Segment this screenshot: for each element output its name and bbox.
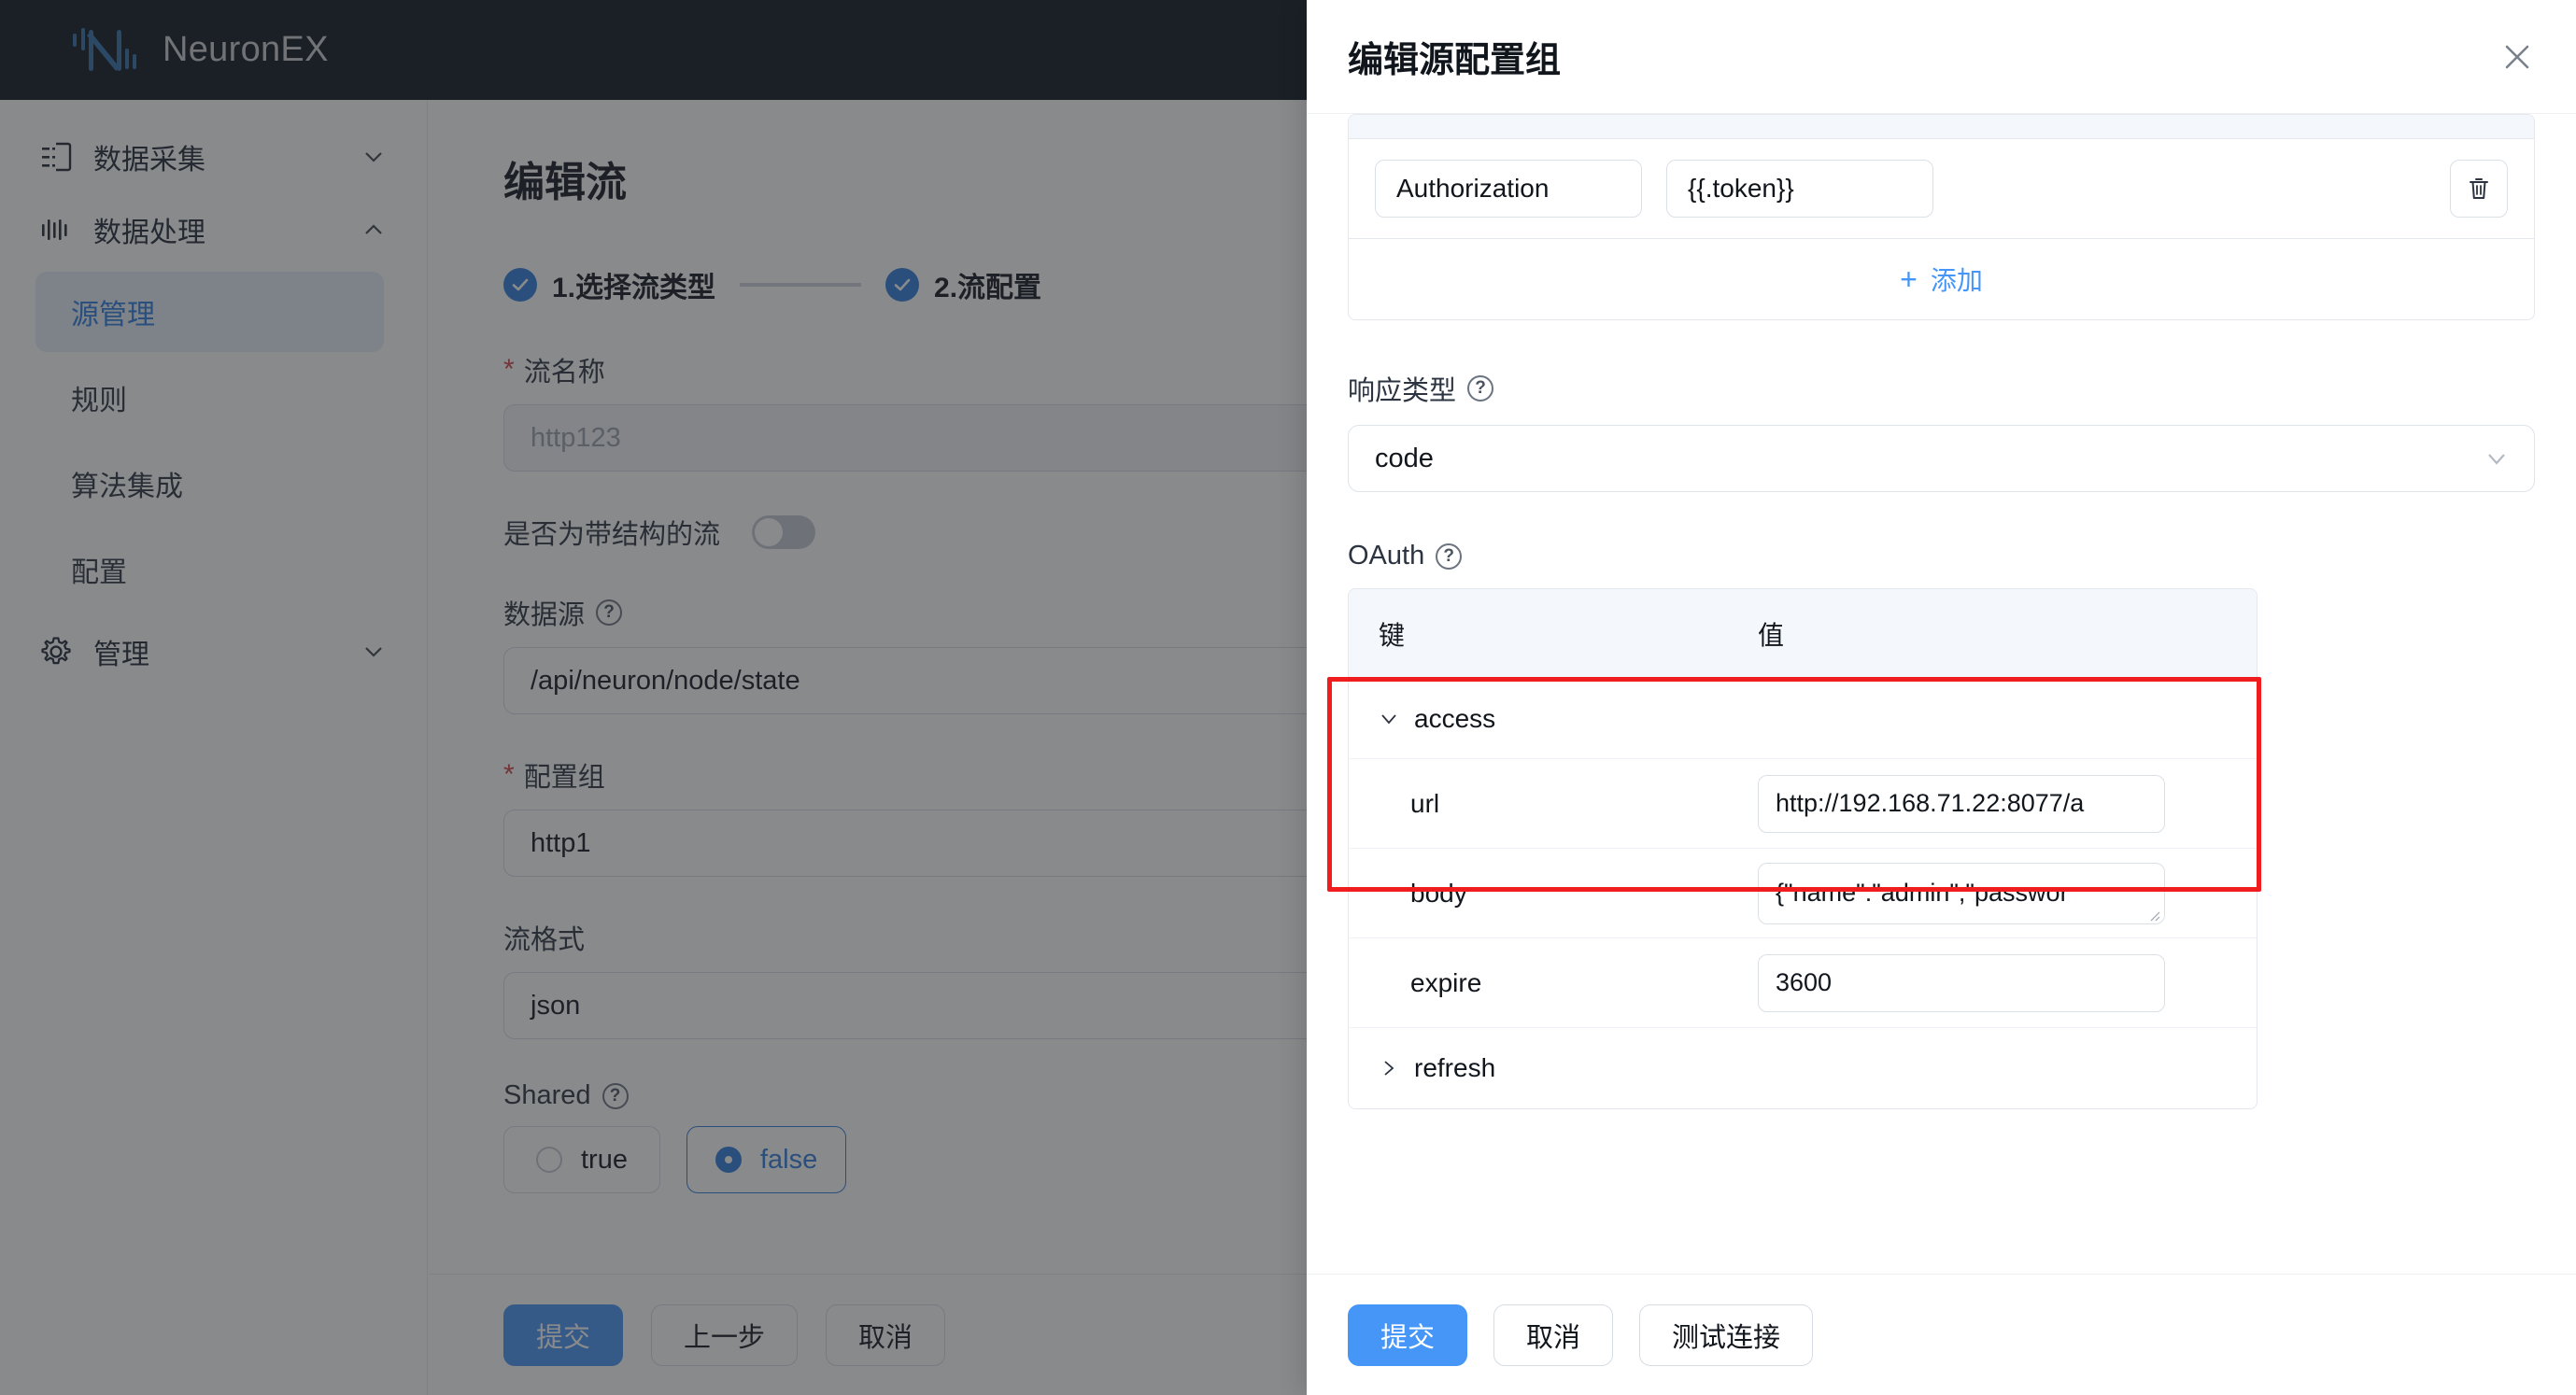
chevron-right-icon [1384, 1061, 1394, 1076]
header-key-input[interactable]: Authorization [1375, 160, 1642, 218]
help-icon[interactable]: ? [1436, 542, 1463, 570]
oauth-row-value-cell: http://192.168.71.22:8077/a [1758, 774, 2227, 833]
oauth-url-value: http://192.168.71.22:8077/a [1776, 789, 2085, 817]
oauth-label: OAuth ? [1348, 541, 2535, 571]
delete-header-button[interactable] [2450, 160, 2508, 218]
chevron-down-icon [1381, 713, 1396, 724]
oauth-group-access-label: access [1414, 703, 1496, 733]
resize-grip-icon[interactable] [2147, 909, 2160, 922]
label-text: OAuth [1348, 541, 1425, 571]
label-text: 响应类型 [1348, 376, 1457, 406]
response-type-select[interactable]: code [1348, 425, 2535, 492]
headers-table-header-strip [1349, 115, 2534, 139]
oauth-row-key-expire: expire [1410, 967, 1482, 997]
headers-table: Authorization {{.token}} + 添加 [1348, 114, 2535, 320]
table-row: body {"name":"admin","passwor [1349, 849, 2257, 938]
header-value-input[interactable]: {{.token}} [1666, 160, 1933, 218]
trash-icon [2470, 178, 2488, 199]
oauth-group-refresh[interactable]: refresh [1349, 1028, 2257, 1108]
oauth-row-value-cell: 3600 [1758, 953, 2227, 1012]
screen: NeuronEX 数据采集 [0, 0, 2576, 1395]
oauth-col-value: 值 [1758, 620, 1785, 650]
oauth-col-key: 键 [1379, 620, 1406, 650]
test-connection-button[interactable]: 测试连接 [1639, 1303, 1814, 1366]
oauth-expire-value: 3600 [1776, 968, 1833, 996]
chevron-down-icon [2488, 454, 2505, 465]
oauth-table-header: 键 值 [1349, 589, 2257, 679]
drawer-header: 编辑源配置组 [1307, 0, 2576, 114]
response-type-value: code [1375, 443, 1434, 473]
oauth-url-input[interactable]: http://192.168.71.22:8077/a [1758, 774, 2165, 833]
modal-scrim[interactable] [0, 0, 1307, 1395]
header-key-value: Authorization [1396, 174, 1550, 203]
drawer-cancel-button[interactable]: 取消 [1493, 1303, 1614, 1366]
response-type-label: 响应类型 ? [1348, 369, 2535, 408]
drawer-footer: 提交 取消 测试连接 [1307, 1274, 2576, 1395]
oauth-group-refresh-label: refresh [1414, 1053, 1496, 1082]
edit-source-config-drawer: 编辑源配置组 Authorization {{.token}} + 添加 响应类… [1307, 0, 2576, 1395]
plus-icon: + [1900, 262, 1918, 296]
add-header-label: 添加 [1930, 266, 1983, 295]
add-header-button[interactable]: + 添加 [1349, 239, 2534, 319]
oauth-expire-input[interactable]: 3600 [1758, 953, 2165, 1012]
oauth-row-key-url: url [1410, 788, 1440, 818]
oauth-group-access[interactable]: access [1349, 679, 2257, 759]
table-row: url http://192.168.71.22:8077/a [1349, 759, 2257, 849]
close-icon[interactable] [2499, 39, 2535, 75]
drawer-body: Authorization {{.token}} + 添加 响应类型 ? cod… [1307, 114, 2576, 1274]
header-value-value: {{.token}} [1688, 174, 1794, 203]
oauth-body-value: {"name":"admin","passwor [1776, 879, 2069, 907]
oauth-table-wrap: 键 值 access url http://192.168.71.22:8077… [1327, 588, 2535, 1109]
oauth-row-key-body: body [1410, 878, 1467, 908]
help-icon[interactable]: ? [1467, 375, 1494, 402]
table-row: expire 3600 [1349, 938, 2257, 1028]
drawer-submit-button[interactable]: 提交 [1348, 1303, 1468, 1366]
oauth-table: 键 值 access url http://192.168.71.22:8077… [1348, 588, 2258, 1109]
table-row: Authorization {{.token}} [1349, 139, 2534, 239]
oauth-body-textarea[interactable]: {"name":"admin","passwor [1758, 862, 2165, 924]
oauth-row-value-cell: {"name":"admin","passwor [1758, 862, 2227, 924]
drawer-title: 编辑源配置组 [1348, 41, 1562, 80]
